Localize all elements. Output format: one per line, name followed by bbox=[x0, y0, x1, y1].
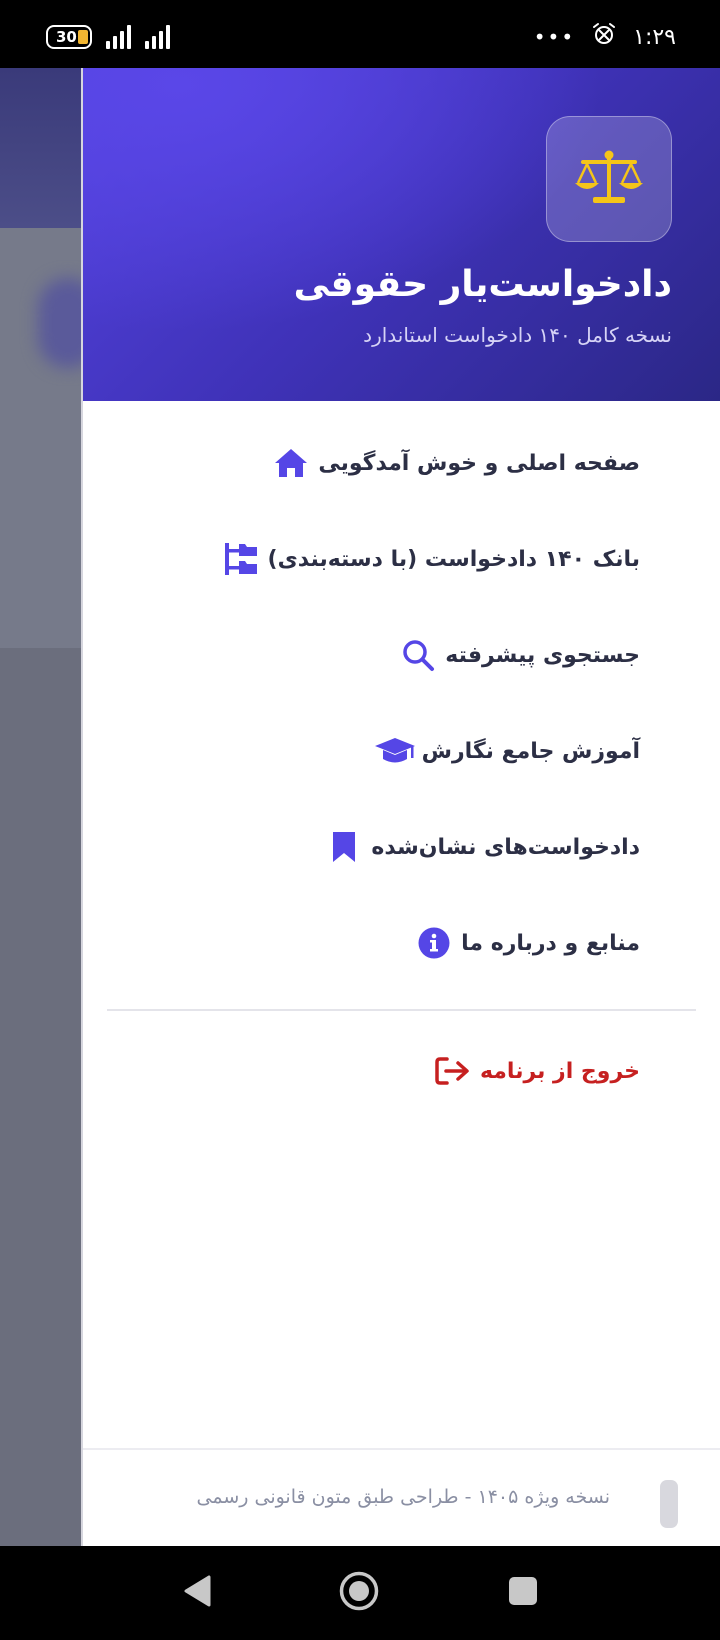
scale-balance-icon bbox=[573, 147, 645, 211]
menu-item-bookmarks[interactable]: دادخواست‌های نشان‌شده bbox=[323, 817, 640, 877]
menu-item-advanced-search[interactable]: جستجوی پیشرفته bbox=[397, 625, 640, 685]
nav-back-button[interactable] bbox=[152, 1546, 242, 1640]
sign-out-icon bbox=[432, 1050, 474, 1092]
navigation-drawer: دادخواست‌یار حقوقی نسخه کامل ۱۴۰ دادخواس… bbox=[81, 68, 720, 1546]
battery-icon: 30 bbox=[46, 25, 92, 49]
menu-item-label: آموزش جامع نگارش bbox=[421, 738, 640, 764]
menu-item-exit[interactable]: خروج از برنامه bbox=[432, 1041, 640, 1101]
recents-square-icon bbox=[508, 1576, 538, 1610]
app-title: دادخواست‌یار حقوقی bbox=[293, 264, 672, 305]
menu-divider bbox=[107, 1009, 696, 1011]
overflow-dots: ••• bbox=[533, 25, 576, 49]
footer-text: نسخه ویژه ۱۴۰۵ - طراحی طبق متون قانونی ر… bbox=[196, 1486, 610, 1508]
bookmark-icon bbox=[323, 826, 365, 868]
nav-home-button[interactable] bbox=[314, 1546, 404, 1640]
clock: ۱:۲۹ bbox=[633, 24, 676, 50]
home-circle-icon bbox=[338, 1570, 380, 1616]
drawer-header: دادخواست‌یار حقوقی نسخه کامل ۱۴۰ دادخواس… bbox=[83, 68, 720, 401]
nav-recents-button[interactable] bbox=[478, 1546, 568, 1640]
alarm-icon bbox=[591, 21, 617, 53]
menu-item-writing-tutorial[interactable]: آموزش جامع نگارش bbox=[374, 721, 640, 781]
search-icon bbox=[397, 634, 439, 676]
home-icon bbox=[270, 442, 312, 484]
background-scrim[interactable] bbox=[0, 68, 81, 1546]
footer-divider bbox=[83, 1448, 720, 1450]
menu-item-label: منابع و درباره ما bbox=[461, 930, 640, 956]
menu-item-petition-bank[interactable]: بانک ۱۴۰ دادخواست (با دسته‌بندی) bbox=[220, 529, 640, 589]
menu-item-label: دادخواست‌های نشان‌شده bbox=[371, 834, 640, 860]
info-circle-icon bbox=[413, 922, 455, 964]
signal-strength-icon bbox=[106, 25, 131, 49]
category-tree-icon bbox=[220, 538, 262, 580]
battery-level: 30 bbox=[56, 28, 77, 46]
menu-item-about[interactable]: منابع و درباره ما bbox=[413, 913, 640, 973]
app-logo bbox=[546, 116, 672, 242]
menu-item-home[interactable]: صفحه اصلی و خوش آمدگویی bbox=[270, 433, 640, 493]
menu-item-label: جستجوی پیشرفته bbox=[445, 642, 640, 668]
back-triangle-icon bbox=[182, 1574, 212, 1612]
signal-strength-icon-2 bbox=[145, 25, 170, 49]
menu-item-label: خروج از برنامه bbox=[479, 1058, 640, 1084]
menu-item-label: بانک ۱۴۰ دادخواست (با دسته‌بندی) bbox=[267, 546, 640, 572]
system-navigation-bar bbox=[0, 1546, 720, 1640]
app-subtitle: نسخه کامل ۱۴۰ دادخواست استاندارد bbox=[363, 323, 672, 347]
menu-item-label: صفحه اصلی و خوش آمدگویی bbox=[318, 450, 640, 476]
status-bar: 30 ••• ۱:۲۹ bbox=[0, 0, 720, 68]
graduation-cap-icon bbox=[374, 730, 416, 772]
